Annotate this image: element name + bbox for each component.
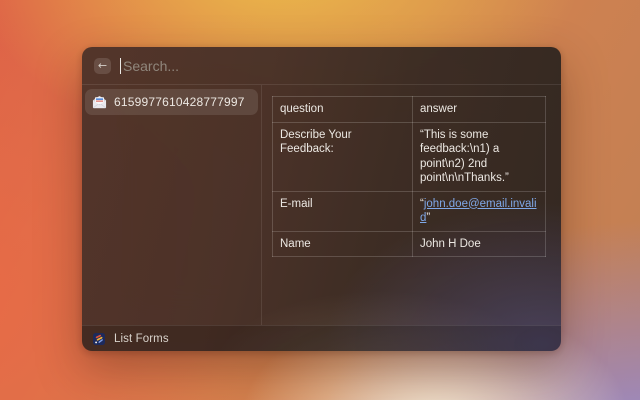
response-table: question answer Describe Your Feedback: …: [272, 96, 546, 257]
column-header-answer: answer: [413, 97, 546, 123]
command-title: List Forms: [114, 333, 169, 345]
search-input-wrap: [120, 58, 549, 74]
search-bar: ←: [82, 47, 561, 85]
quote-close: ”: [426, 212, 430, 224]
column-header-question: question: [273, 97, 413, 123]
cell-answer-email: “john.doe@email.invalid”: [413, 191, 546, 231]
envelope-icon: [92, 95, 107, 109]
cell-question-feedback: Describe Your Feedback:: [273, 122, 413, 191]
forms-app-icon: [93, 333, 105, 345]
cell-answer-name: John H Doe: [413, 231, 546, 257]
table-row-email: E-mail “john.doe@email.invalid”: [273, 191, 546, 231]
status-bar: List Forms: [82, 325, 561, 351]
back-arrow-icon: ←: [98, 60, 107, 71]
cell-question-name: Name: [273, 231, 413, 257]
search-input[interactable]: [123, 58, 549, 74]
cell-question-email: E-mail: [273, 191, 413, 231]
table-row-name: Name John H Doe: [273, 231, 546, 257]
list-item-form-response[interactable]: 6159977610428777997: [85, 89, 258, 115]
content-area: 6159977610428777997 question answer Desc…: [82, 85, 561, 325]
cell-answer-feedback: “This is some feedback:\n1) a point\n2) …: [413, 122, 546, 191]
detail-pane: question answer Describe Your Feedback: …: [262, 85, 561, 325]
text-caret: [120, 58, 121, 74]
table-header-row: question answer: [273, 97, 546, 123]
list-item-label: 6159977610428777997: [114, 95, 245, 109]
back-button[interactable]: ←: [94, 58, 111, 74]
email-link[interactable]: john.doe@email.invalid: [420, 198, 537, 225]
results-sidebar: 6159977610428777997: [82, 85, 262, 325]
table-row-feedback: Describe Your Feedback: “This is some fe…: [273, 122, 546, 191]
app-window: ← 6159977610428777997: [82, 47, 561, 351]
